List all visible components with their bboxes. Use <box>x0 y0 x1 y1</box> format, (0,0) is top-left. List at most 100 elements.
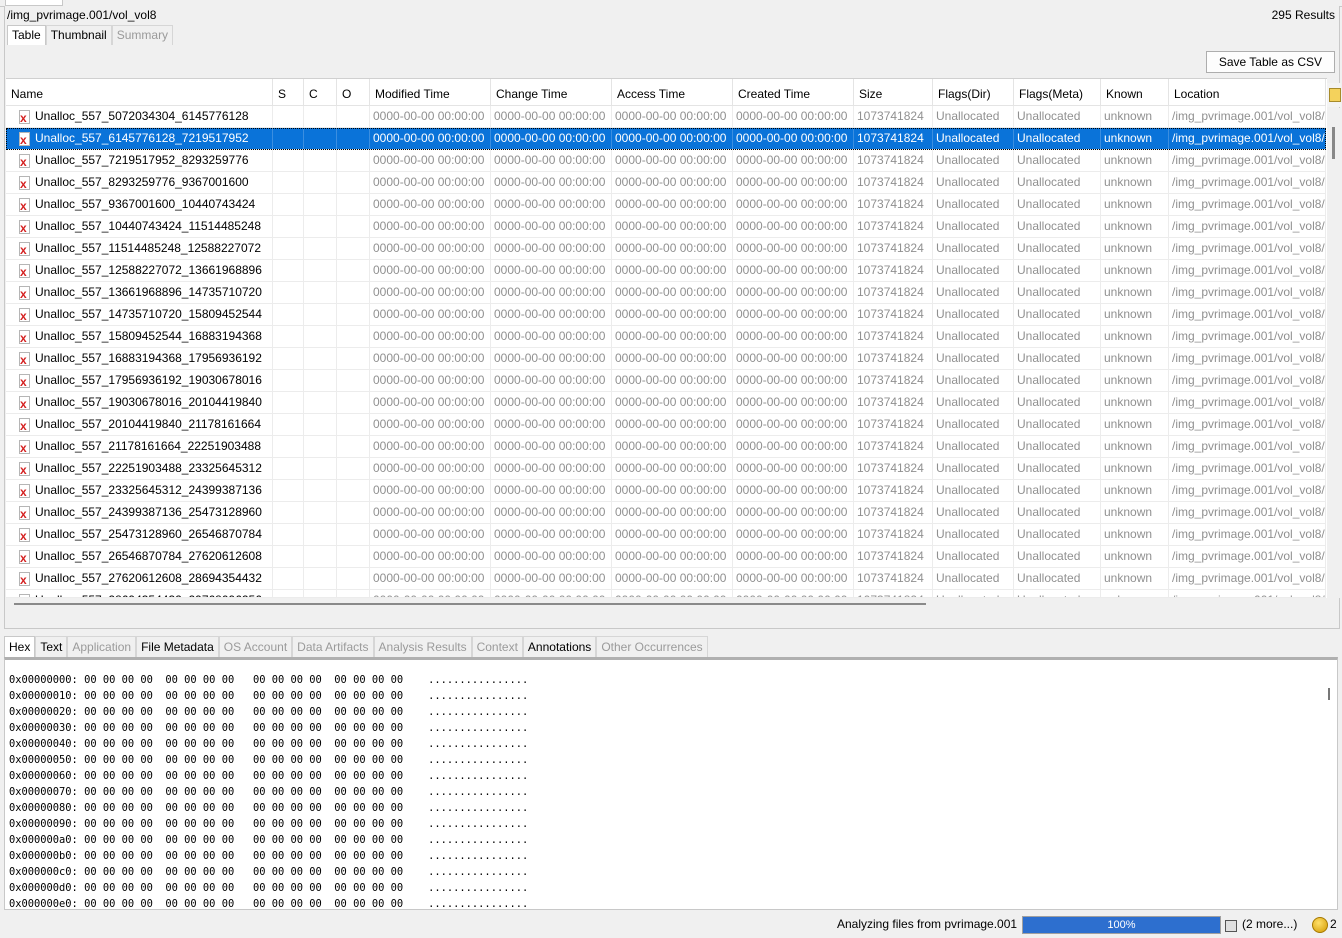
location-cell: /img_pvrimage.001/vol_vol8/ <box>1169 370 1326 391</box>
table-row[interactable]: Unalloc_557_11514485248_12588227072 0000-… <box>6 238 1326 260</box>
access-time-cell: 0000-00-00 00:00:00 <box>612 436 733 457</box>
file-name: Unalloc_557_8293259776_9367001600 <box>35 175 249 189</box>
column-header-flags-dir[interactable]: Flags(Dir) <box>933 79 1014 105</box>
o-cell <box>337 458 370 479</box>
table-row[interactable]: Unalloc_557_5072034304_6145776128 0000-00… <box>6 106 1326 128</box>
notification-icon[interactable] <box>1312 917 1328 933</box>
access-time-cell: 0000-00-00 00:00:00 <box>612 502 733 523</box>
deleted-file-icon <box>19 176 30 191</box>
size-cell: 1073741824 <box>854 414 933 435</box>
content-tab-text[interactable]: Text <box>35 636 68 657</box>
column-header-change-time[interactable]: Change Time <box>491 79 612 105</box>
hex-scroll-thumb[interactable] <box>1328 688 1330 700</box>
deleted-file-icon <box>19 506 30 521</box>
view-tab-thumbnail[interactable]: Thumbnail <box>45 25 112 45</box>
c-cell <box>304 568 337 589</box>
table-row[interactable]: Unalloc_557_24399387136_25473128960 0000-… <box>6 502 1326 524</box>
access-time-cell: 0000-00-00 00:00:00 <box>612 216 733 237</box>
table-row[interactable]: Unalloc_557_16883194368_17956936192 0000-… <box>6 348 1326 370</box>
column-header-name[interactable]: Name <box>6 79 273 105</box>
column-header-o[interactable]: O <box>337 79 370 105</box>
known-cell: unknown <box>1101 282 1169 303</box>
content-tab-hex[interactable]: Hex <box>4 636 36 657</box>
created-time-cell: 0000-00-00 00:00:00 <box>733 392 854 413</box>
created-time-cell: 0000-00-00 00:00:00 <box>733 282 854 303</box>
access-time-cell: 0000-00-00 00:00:00 <box>612 172 733 193</box>
size-cell: 1073741824 <box>854 392 933 413</box>
content-tab-file-metadata[interactable]: File Metadata <box>136 636 219 657</box>
modified-time-cell: 0000-00-00 00:00:00 <box>370 172 491 193</box>
table-row[interactable]: Unalloc_557_25473128960_26546870784 0000-… <box>6 524 1326 546</box>
size-cell: 1073741824 <box>854 480 933 501</box>
column-header-c[interactable]: C <box>304 79 337 105</box>
table-row[interactable]: Unalloc_557_19030678016_20104419840 0000-… <box>6 392 1326 414</box>
hex-dump[interactable]: 0x00000000: 00 00 00 00 00 00 00 00 00 0… <box>9 672 528 912</box>
table-row[interactable]: Unalloc_557_9367001600_10440743424 0000-0… <box>6 194 1326 216</box>
created-time-cell: 0000-00-00 00:00:00 <box>733 546 854 567</box>
column-header-s[interactable]: S <box>273 79 304 105</box>
table-vertical-scrollbar[interactable] <box>1327 108 1341 598</box>
s-cell <box>273 326 304 347</box>
hex-line: 0x00000010: 00 00 00 00 00 00 00 00 00 0… <box>9 690 529 702</box>
table-row[interactable]: Unalloc_557_23325645312_24399387136 0000-… <box>6 480 1326 502</box>
column-header-known[interactable]: Known <box>1101 79 1169 105</box>
flags-meta-cell: Unallocated <box>1014 502 1101 523</box>
table-row[interactable]: Unalloc_557_26546870784_27620612608 0000-… <box>6 546 1326 568</box>
name-cell: Unalloc_557_27620612608_28694354432 <box>6 568 273 589</box>
table-row[interactable]: Unalloc_557_6145776128_7219517952 0000-00… <box>6 128 1326 150</box>
table-row[interactable]: Unalloc_557_22251903488_23325645312 0000-… <box>6 458 1326 480</box>
column-header-location[interactable]: Location <box>1169 79 1326 105</box>
name-cell: Unalloc_557_8293259776_9367001600 <box>6 172 273 193</box>
modified-time-cell: 0000-00-00 00:00:00 <box>370 568 491 589</box>
hex-line: 0x000000c0: 00 00 00 00 00 00 00 00 00 0… <box>9 866 529 878</box>
flags-meta-cell: Unallocated <box>1014 590 1101 597</box>
column-header-access-time[interactable]: Access Time <box>612 79 733 105</box>
size-cell: 1073741824 <box>854 150 933 171</box>
deleted-file-icon <box>19 374 30 389</box>
column-header-flags-meta[interactable]: Flags(Meta) <box>1014 79 1101 105</box>
column-picker-button[interactable] <box>1327 83 1341 107</box>
column-header-size[interactable]: Size <box>854 79 933 105</box>
horizontal-scroll-thumb[interactable] <box>14 603 926 605</box>
change-time-cell: 0000-00-00 00:00:00 <box>491 282 612 303</box>
table-row[interactable]: Unalloc_557_10440743424_11514485248 0000-… <box>6 216 1326 238</box>
vertical-scroll-thumb[interactable] <box>1332 127 1335 159</box>
more-tasks-link[interactable]: (2 more...) <box>1242 917 1297 931</box>
deleted-file-icon <box>19 264 30 279</box>
o-cell <box>337 194 370 215</box>
table-row[interactable]: Unalloc_557_14735710720_15809452544 0000-… <box>6 304 1326 326</box>
table-row[interactable]: Unalloc_557_20104419840_21178161664 0000-… <box>6 414 1326 436</box>
size-cell: 1073741824 <box>854 194 933 215</box>
created-time-cell: 0000-00-00 00:00:00 <box>733 194 854 215</box>
content-tab-annotations[interactable]: Annotations <box>522 636 597 657</box>
hex-line: 0x00000030: 00 00 00 00 00 00 00 00 00 0… <box>9 722 529 734</box>
save-table-csv-button[interactable]: Save Table as CSV <box>1205 51 1335 73</box>
table-row[interactable]: Unalloc_557_12588227072_13661968896 0000-… <box>6 260 1326 282</box>
flags-meta-cell: Unallocated <box>1014 172 1101 193</box>
table-row[interactable]: Unalloc_557_21178161664_22251903488 0000-… <box>6 436 1326 458</box>
c-cell <box>304 348 337 369</box>
tasks-icon[interactable] <box>1225 920 1237 932</box>
table-row[interactable]: Unalloc_557_17956936192_19030678016 0000-… <box>6 370 1326 392</box>
ingest-progress-bar: 100% <box>1022 916 1221 934</box>
c-cell <box>304 150 337 171</box>
table-row[interactable]: Unalloc_557_27620612608_28694354432 0000-… <box>6 568 1326 590</box>
column-header-modified-time[interactable]: Modified Time <box>370 79 491 105</box>
notification-count: 2 <box>1330 917 1337 931</box>
hex-scrollbar[interactable] <box>1323 666 1335 906</box>
modified-time-cell: 0000-00-00 00:00:00 <box>370 260 491 281</box>
table-row[interactable]: Unalloc_557_15809452544_16883194368 0000-… <box>6 326 1326 348</box>
column-header-created-time[interactable]: Created Time <box>733 79 854 105</box>
table-row[interactable]: Unalloc_557_7219517952_8293259776 0000-00… <box>6 150 1326 172</box>
size-cell: 1073741824 <box>854 172 933 193</box>
view-tab-table[interactable]: Table <box>7 25 46 45</box>
size-cell: 1073741824 <box>854 436 933 457</box>
table-row[interactable]: Unalloc_557_13661968896_14735710720 0000-… <box>6 282 1326 304</box>
access-time-cell: 0000-00-00 00:00:00 <box>612 282 733 303</box>
size-cell: 1073741824 <box>854 238 933 259</box>
file-name: Unalloc_557_13661968896_14735710720 <box>35 285 262 299</box>
table-row[interactable]: Unalloc_557_8293259776_9367001600 0000-00… <box>6 172 1326 194</box>
c-cell <box>304 106 337 127</box>
table-row[interactable]: Unalloc_557_28694354432_29768096256 0000-… <box>6 590 1326 598</box>
table-horizontal-scrollbar[interactable] <box>6 598 1327 612</box>
